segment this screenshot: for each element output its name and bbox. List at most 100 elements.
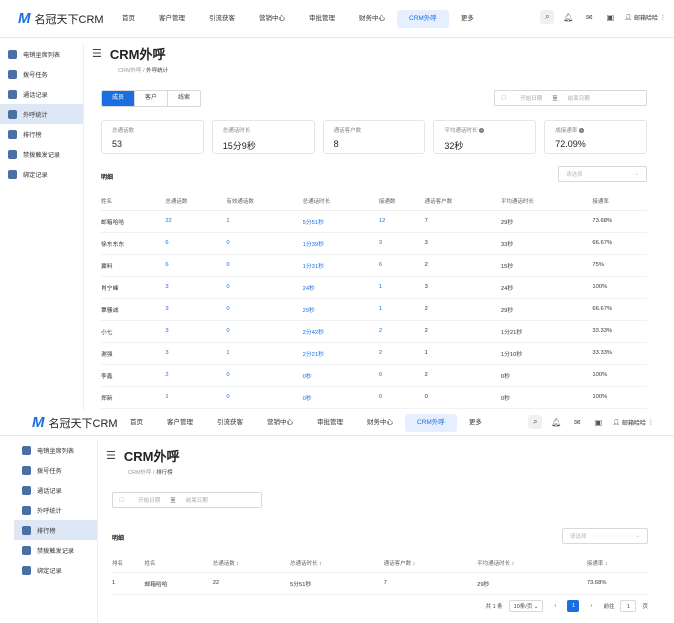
column-header[interactable]: 总通话数 ↕	[212, 554, 291, 573]
nav-finance[interactable]: 财务中心	[355, 414, 405, 432]
cell-link[interactable]: 0	[226, 386, 303, 409]
nav-customers[interactable]: 客户管理	[147, 10, 197, 28]
tab-customers[interactable]: 客户	[135, 91, 169, 106]
column-header[interactable]: 姓名	[101, 192, 166, 211]
message-icon[interactable]: ✉	[570, 415, 584, 429]
filter-select[interactable]: 请选择 ⌄	[558, 166, 647, 182]
nav-crm-call[interactable]: CRM外呼	[405, 413, 457, 432]
column-header[interactable]: 排名	[112, 554, 145, 573]
user-menu[interactable]: 👤︎ 邮箱哈哈 ⋮	[612, 418, 654, 427]
cell-link[interactable]: 3	[165, 342, 227, 365]
column-header[interactable]: 通话客户数 ↕	[383, 554, 478, 573]
start-date[interactable]: 开始日期	[138, 496, 160, 504]
help-icon[interactable]: ?	[478, 128, 484, 134]
column-header[interactable]: 总通话时长 ↕	[290, 554, 384, 573]
nav-home[interactable]: 首页	[118, 414, 155, 432]
message-icon[interactable]: ✉	[582, 10, 596, 24]
goto-page-input[interactable]: 1	[620, 600, 637, 612]
column-header[interactable]: 通话客户数	[424, 192, 501, 211]
cell-link[interactable]: 2	[165, 364, 227, 387]
nav-approval[interactable]: 审批管理	[297, 10, 347, 28]
cell-link[interactable]: 12	[378, 210, 425, 233]
sidebar-item-ranking[interactable]: 排行榜	[14, 520, 97, 540]
cell-link[interactable]: 0	[226, 364, 303, 387]
search-icon[interactable]: ⌕	[528, 415, 543, 429]
cell-link[interactable]: 2	[378, 320, 425, 343]
cell-link[interactable]: 1	[165, 386, 227, 409]
sidebar-item-blocked[interactable]: 禁拨触发记录	[14, 540, 97, 560]
cell-link[interactable]: 2分21秒	[302, 342, 379, 365]
cell-link[interactable]: 1分39秒	[302, 232, 379, 255]
cell-link[interactable]: 6	[378, 254, 425, 277]
cell-link[interactable]: 6	[165, 254, 227, 277]
tab-members[interactable]: 成员	[102, 91, 136, 106]
sidebar-item-blocked[interactable]: 禁拨触发记录	[0, 144, 83, 164]
cell-link[interactable]: 5分51秒	[302, 210, 379, 233]
nav-leads[interactable]: 引流获客	[197, 10, 247, 28]
search-icon[interactable]: ⌕	[540, 10, 555, 24]
prev-page-button[interactable]: ‹	[549, 600, 561, 612]
cell-link[interactable]: 1	[226, 342, 303, 365]
sidebar-item-call-stats[interactable]: 外呼统计	[0, 104, 83, 124]
cell-link[interactable]: 3	[165, 298, 227, 321]
cell-link[interactable]: 0	[226, 276, 303, 299]
nav-customers[interactable]: 客户管理	[155, 414, 205, 432]
column-header[interactable]: 接通率 ↕	[586, 554, 648, 573]
cell-link[interactable]: 2分42秒	[302, 320, 379, 343]
screen-icon[interactable]: ▣	[603, 10, 617, 24]
cell-link[interactable]: 1	[378, 298, 425, 321]
column-header[interactable]: 总通话数	[165, 192, 227, 211]
column-header[interactable]: 总通话时长	[302, 192, 379, 211]
end-date[interactable]: 结束日期	[186, 496, 208, 504]
tab-leads[interactable]: 线索	[168, 91, 200, 106]
cell-link[interactable]: 3	[378, 232, 425, 255]
cell-link[interactable]: 2	[378, 342, 425, 365]
cell-link[interactable]: 0	[226, 320, 303, 343]
nav-home[interactable]: 首页	[110, 10, 147, 28]
cell-link[interactable]: 24秒	[302, 276, 379, 299]
cell-link[interactable]: 1分31秒	[302, 254, 379, 277]
sidebar-item-call-stats[interactable]: 外呼统计	[14, 500, 97, 520]
cell-link[interactable]: 29秒	[302, 298, 379, 321]
next-page-button[interactable]: ›	[585, 600, 597, 612]
menu-icon[interactable]: ☰	[92, 47, 102, 60]
sidebar-item-agents[interactable]: 电销坐席列表	[0, 44, 83, 64]
date-range-picker[interactable]: ▢ 开始日期 至 结束日期	[112, 492, 262, 508]
cell-link[interactable]: 3	[165, 276, 227, 299]
brand-logo[interactable]: M 名冠天下CRM	[32, 414, 118, 431]
start-date[interactable]: 开始日期	[520, 94, 542, 102]
column-header[interactable]: 有效通话数	[226, 192, 303, 211]
sidebar-item-bindings[interactable]: 绑定记录	[14, 560, 97, 580]
page-number[interactable]: 1	[567, 600, 580, 612]
cell-link[interactable]: 6	[165, 232, 227, 255]
sidebar-item-call-records[interactable]: 通话记录	[0, 84, 83, 104]
nav-marketing[interactable]: 营销中心	[247, 10, 297, 28]
nav-more[interactable]: 更多	[449, 10, 486, 28]
cell-link[interactable]: 1	[226, 210, 303, 233]
menu-icon[interactable]: ☰	[106, 449, 116, 462]
sidebar-item-ranking[interactable]: 排行榜	[0, 124, 83, 144]
cell-link[interactable]: 0秒	[302, 386, 379, 409]
nav-finance[interactable]: 财务中心	[347, 10, 397, 28]
screen-icon[interactable]: ▣	[591, 415, 605, 429]
cell-link[interactable]: 0	[378, 364, 425, 387]
column-header[interactable]: 接通率	[592, 192, 647, 211]
brand-logo[interactable]: M 名冠天下CRM	[18, 10, 110, 27]
cell-link[interactable]: 0	[226, 254, 303, 277]
cell-link[interactable]: 22	[165, 210, 227, 233]
nav-crm-call[interactable]: CRM外呼	[397, 9, 449, 28]
column-header[interactable]: 平均通话时长 ↕	[477, 554, 587, 573]
column-header[interactable]: 接通数	[378, 192, 425, 211]
cell-link[interactable]: 0	[226, 232, 303, 255]
nav-approval[interactable]: 审批管理	[305, 414, 355, 432]
date-range-picker[interactable]: ▢ 开始日期 至 结束日期	[494, 90, 647, 106]
sidebar-item-dial-tasks[interactable]: 拨号任务	[14, 460, 97, 480]
column-header[interactable]: 姓名	[144, 554, 213, 573]
nav-leads[interactable]: 引流获客	[205, 414, 255, 432]
cell-link[interactable]: 0	[226, 298, 303, 321]
filter-select[interactable]: 请选择 ⌄	[562, 528, 648, 544]
nav-marketing[interactable]: 营销中心	[255, 414, 305, 432]
end-date[interactable]: 结束日期	[568, 94, 590, 102]
cell-link[interactable]: 3	[165, 320, 227, 343]
sidebar-item-call-records[interactable]: 通话记录	[14, 480, 97, 500]
